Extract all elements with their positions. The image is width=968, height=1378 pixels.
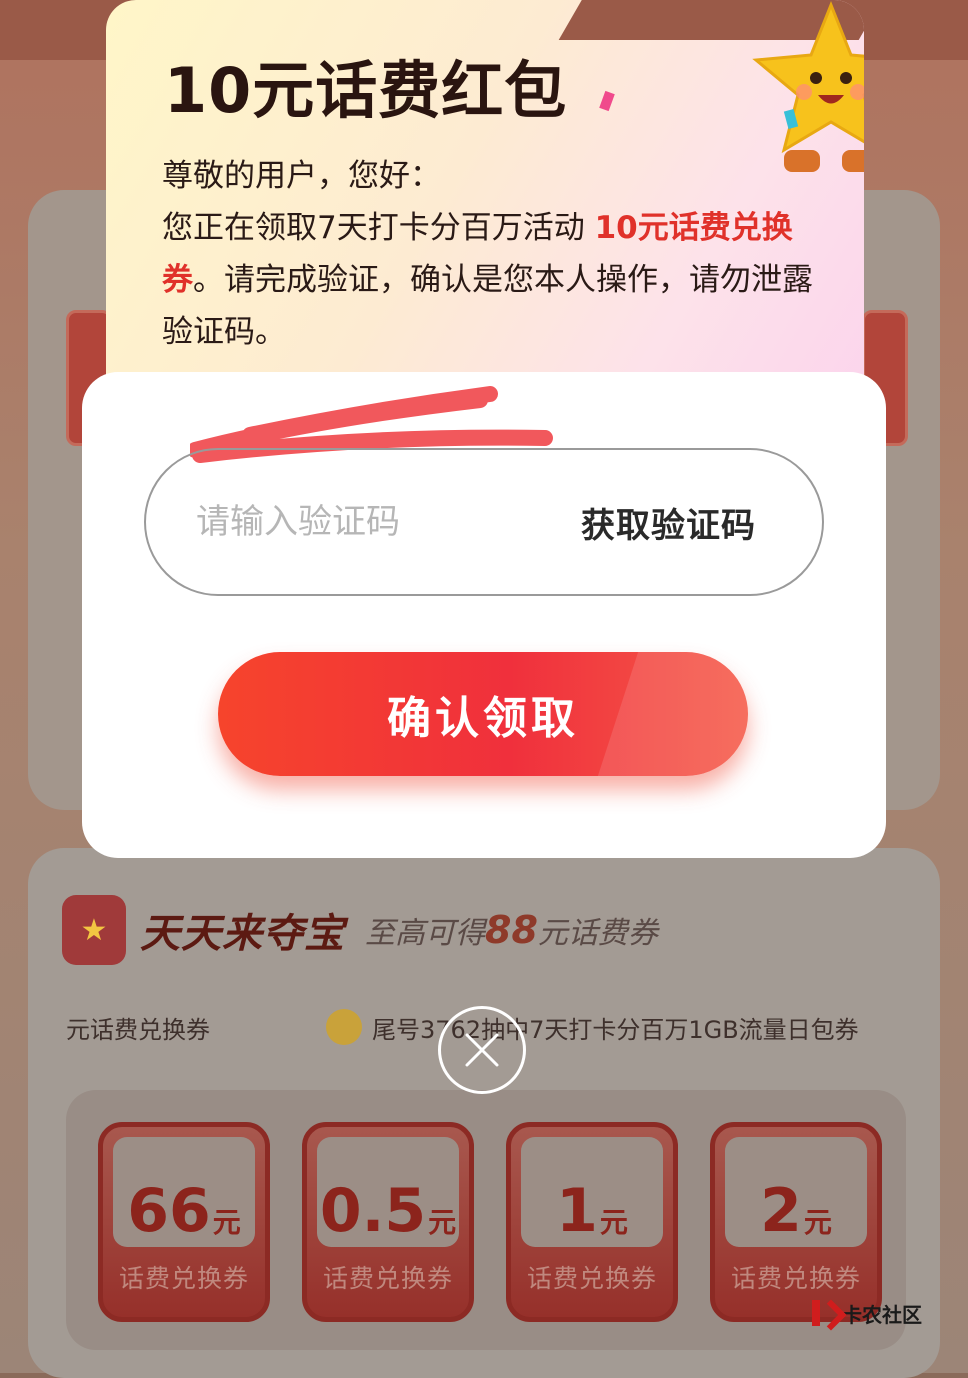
watermark: 卡农社区 [808, 1298, 922, 1328]
prize-unit: 元 [599, 1206, 628, 1239]
prize-label: 话费兑换券 [322, 1264, 453, 1293]
prize-label: 话费兑换券 [526, 1264, 657, 1293]
star-mascot-icon [752, 0, 864, 172]
confirm-claim-label: 确认领取 [387, 693, 579, 744]
prize-unit: 元 [428, 1206, 457, 1239]
prize-label: 话费兑换券 [730, 1264, 861, 1293]
confetti [599, 90, 615, 112]
body-text: 您正在领取7天打卡分百万活动 10元话费兑换券。请完成验证，确认是您本人操作，请… [162, 210, 813, 350]
prize-amount: 1 [556, 1176, 598, 1246]
prize-unit: 元 [212, 1206, 241, 1239]
confirm-claim-button[interactable]: 确认领取 [218, 652, 748, 776]
treasure-box-icon: ★ [62, 895, 126, 965]
get-code-button[interactable]: 获取验证码 [581, 498, 756, 547]
verification-code-input[interactable] [194, 501, 538, 543]
lottery-section-subtitle: 至高可得88元话费券 [365, 908, 658, 952]
prize-card[interactable]: 0.5 元 话费兑换券 [302, 1122, 474, 1322]
prize-amount: 2 [760, 1176, 802, 1246]
prize-unit: 元 [803, 1206, 832, 1239]
prize-card[interactable]: 2元 话费兑换券 [710, 1122, 882, 1322]
modal-header-panel: 10元话费红包 尊敬的用户，您好： 您正在领取7天打卡分百万活动 10元话费兑换… [106, 0, 864, 420]
prize-amount: 0.5 [319, 1176, 427, 1246]
button-shine [597, 652, 748, 776]
prize-label: 话费兑换券 [118, 1264, 249, 1293]
star-avatar-icon [326, 1009, 362, 1045]
lottery-section-title: 天天来夺宝 [140, 911, 345, 957]
modal-title: 10元话费红包 [164, 54, 568, 127]
prize-card[interactable]: 1元 话费兑换券 [506, 1122, 678, 1322]
watermark-text: 卡农社区 [842, 1302, 922, 1327]
close-button[interactable] [438, 1006, 526, 1094]
ticker-item: 元话费兑换券 [66, 1015, 210, 1044]
prize-amount: 66 [127, 1176, 211, 1246]
verification-code-field: 获取验证码 [144, 448, 824, 596]
lottery-section-header: ★ 天天来夺宝 至高可得88元话费券 [62, 890, 658, 970]
close-icon [465, 1033, 499, 1067]
modal-message: 尊敬的用户，您好： 您正在领取7天打卡分百万活动 10元话费兑换券。请完成验证，… [162, 150, 822, 358]
greeting-text: 尊敬的用户，您好： [162, 158, 441, 194]
kanong-logo-icon [808, 1298, 838, 1328]
prize-card[interactable]: 66 元 话费兑换券 [98, 1122, 270, 1322]
